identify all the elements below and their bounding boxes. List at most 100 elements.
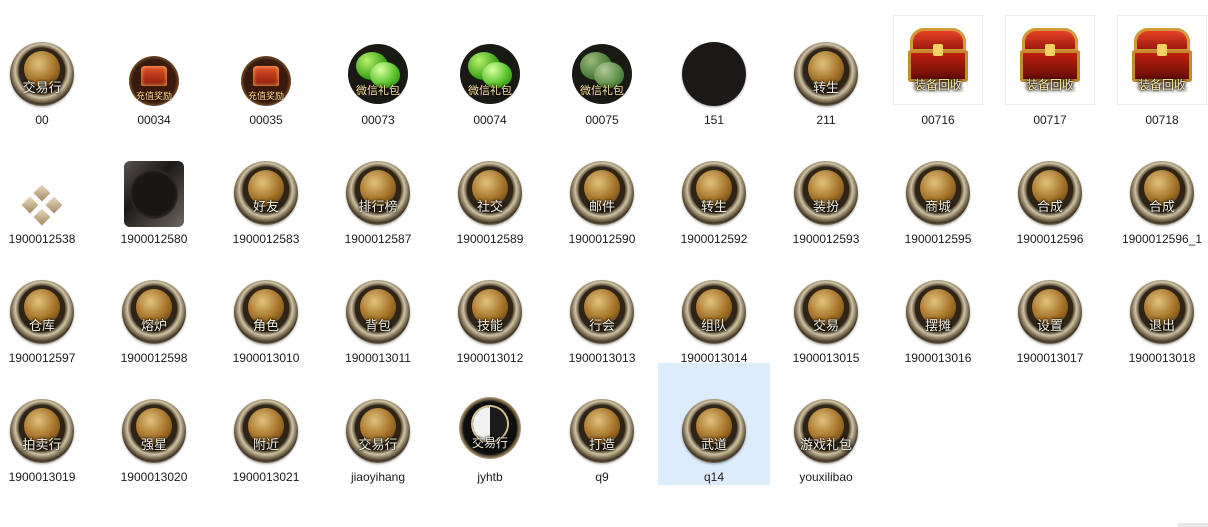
social-icon: 社交 [458,161,522,225]
nearby-icon: 附近 [234,399,298,463]
file-item[interactable]: 合成 1900012596_1 [1106,125,1208,247]
auction-icon: 拍卖行 [10,399,74,463]
icon-caption: 交易行 [358,438,398,453]
file-name: 1900013016 [904,351,972,365]
backpack-icon: 背包 [346,280,410,344]
file-item[interactable]: 打造 q9 [546,363,658,485]
diamond-ornament-icon [21,184,63,226]
icon-caption: 设置 [1036,319,1063,334]
file-item[interactable]: 151 [658,6,770,128]
icon-caption: 微信礼包 [468,84,512,97]
stall-icon: 摆摊 [906,280,970,344]
icon-caption: 微信礼包 [580,84,624,97]
file-item[interactable]: 装备回收 00718 [1106,6,1208,128]
ranking-icon: 排行榜 [346,161,410,225]
file-item[interactable]: 组队 1900013014 [658,244,770,366]
file-item[interactable]: 转生 211 [770,6,882,128]
icon-caption: 仓库 [28,319,55,334]
horizontal-scrollbar[interactable] [1178,523,1208,527]
team-icon: 组队 [682,280,746,344]
icon-caption: 打造 [588,438,615,453]
icon-caption: 背包 [364,319,391,334]
file-item[interactable]: 合成 1900012596 [994,125,1106,247]
file-item[interactable]: 装扮 1900012593 [770,125,882,247]
synthesis-icon: 合成 [1130,161,1194,225]
file-item[interactable]: 拍卖行 1900013019 [0,363,98,485]
martial-way-icon: 武道 [682,399,746,463]
file-item[interactable]: 行会 1900013013 [546,244,658,366]
file-item[interactable]: 武道 q14 [658,363,770,485]
blank-round-frame-icon [682,42,746,106]
file-item[interactable]: 背包 1900013011 [322,244,434,366]
file-item[interactable]: 转生 1900012592 [658,125,770,247]
icon-caption: 合成 [1036,200,1063,215]
file-item[interactable]: 熔炉 1900012598 [98,244,210,366]
wechat-gift-icon: 微信礼包 [572,44,632,104]
file-item[interactable]: 仓库 1900012597 [0,244,98,366]
file-name: 1900013019 [8,470,76,484]
icon-caption: 商城 [924,200,951,215]
wechat-gift-icon: 微信礼包 [460,44,520,104]
equipment-recycle-chest-icon: 装备回收 [1118,16,1206,104]
icon-caption: 装备回收 [1025,78,1074,92]
file-name: jyhtb [477,470,503,484]
taiji-trade-icon: 交易行 [459,397,521,459]
icon-caption: 充值奖励 [135,92,172,102]
icon-caption: 装备回收 [913,78,962,92]
icon-caption: 强星 [140,438,167,453]
game-gift-dragon-icon: 游戏礼包 [794,399,858,463]
file-item[interactable]: 微信礼包 00075 [546,6,658,128]
icon-caption: 退出 [1148,319,1175,334]
file-item[interactable]: 1900012538 [0,125,98,247]
file-item[interactable]: 邮件 1900012590 [546,125,658,247]
icon-caption: 技能 [476,319,503,334]
file-item[interactable]: 角色 1900013010 [210,244,322,366]
file-item[interactable]: 充值奖励 00034 [98,6,210,128]
file-item[interactable]: 商城 1900012595 [882,125,994,247]
file-item[interactable]: 装备回收 00717 [994,6,1106,128]
file-item[interactable]: 附近 1900013021 [210,363,322,485]
trade-house-icon: 交易行 [346,399,410,463]
equipment-recycle-chest-icon: 装备回收 [1006,16,1094,104]
file-item[interactable]: 设置 1900013017 [994,244,1106,366]
trade-house-icon: 交易行 [10,42,74,106]
file-item[interactable]: 交易 1900013015 [770,244,882,366]
file-item[interactable]: 微信礼包 00073 [322,6,434,128]
icon-caption: 角色 [252,319,279,334]
file-item[interactable]: 交易行 jiaoyihang [322,363,434,485]
shop-icon: 商城 [906,161,970,225]
file-item[interactable]: 装备回收 00716 [882,6,994,128]
file-item[interactable]: 微信礼包 00074 [434,6,546,128]
icon-caption: 排行榜 [358,200,398,215]
file-item[interactable]: 交易行 00 [0,6,98,128]
icon-caption: 装备回收 [1137,78,1186,92]
icon-caption: 交易 [812,319,839,334]
icon-caption: 武道 [700,438,727,453]
blank-square-frame-icon [124,161,184,227]
rebirth-icon: 转生 [794,42,858,106]
file-item[interactable]: 充值奖励 00035 [210,6,322,128]
file-name: youxilibao [799,470,853,484]
settings-icon: 设置 [1018,280,1082,344]
recharge-reward-chest-icon: 充值奖励 [129,56,179,106]
equipment-recycle-chest-icon: 装备回收 [894,16,982,104]
file-name: 1900013020 [120,470,188,484]
file-item[interactable]: 退出 1900013018 [1106,244,1208,366]
file-item[interactable]: 好友 1900012583 [210,125,322,247]
star-enhance-icon: 强星 [122,399,186,463]
icon-caption: 摆摊 [924,319,951,334]
file-item[interactable]: 游戏礼包 youxilibao [770,363,882,485]
file-item[interactable]: 摆摊 1900013016 [882,244,994,366]
file-item[interactable]: 技能 1900013012 [434,244,546,366]
furnace-icon: 熔炉 [122,280,186,344]
file-item[interactable]: 排行榜 1900012587 [322,125,434,247]
synthesis-icon: 合成 [1018,161,1082,225]
file-item[interactable]: 交易行 jyhtb [434,363,546,485]
file-item[interactable]: 社交 1900012589 [434,125,546,247]
file-item[interactable]: 1900012580 [98,125,210,247]
friends-icon: 好友 [234,161,298,225]
trade-icon: 交易 [794,280,858,344]
forge-icon: 打造 [570,399,634,463]
icon-caption: 游戏礼包 [799,438,852,453]
file-item[interactable]: 强星 1900013020 [98,363,210,485]
